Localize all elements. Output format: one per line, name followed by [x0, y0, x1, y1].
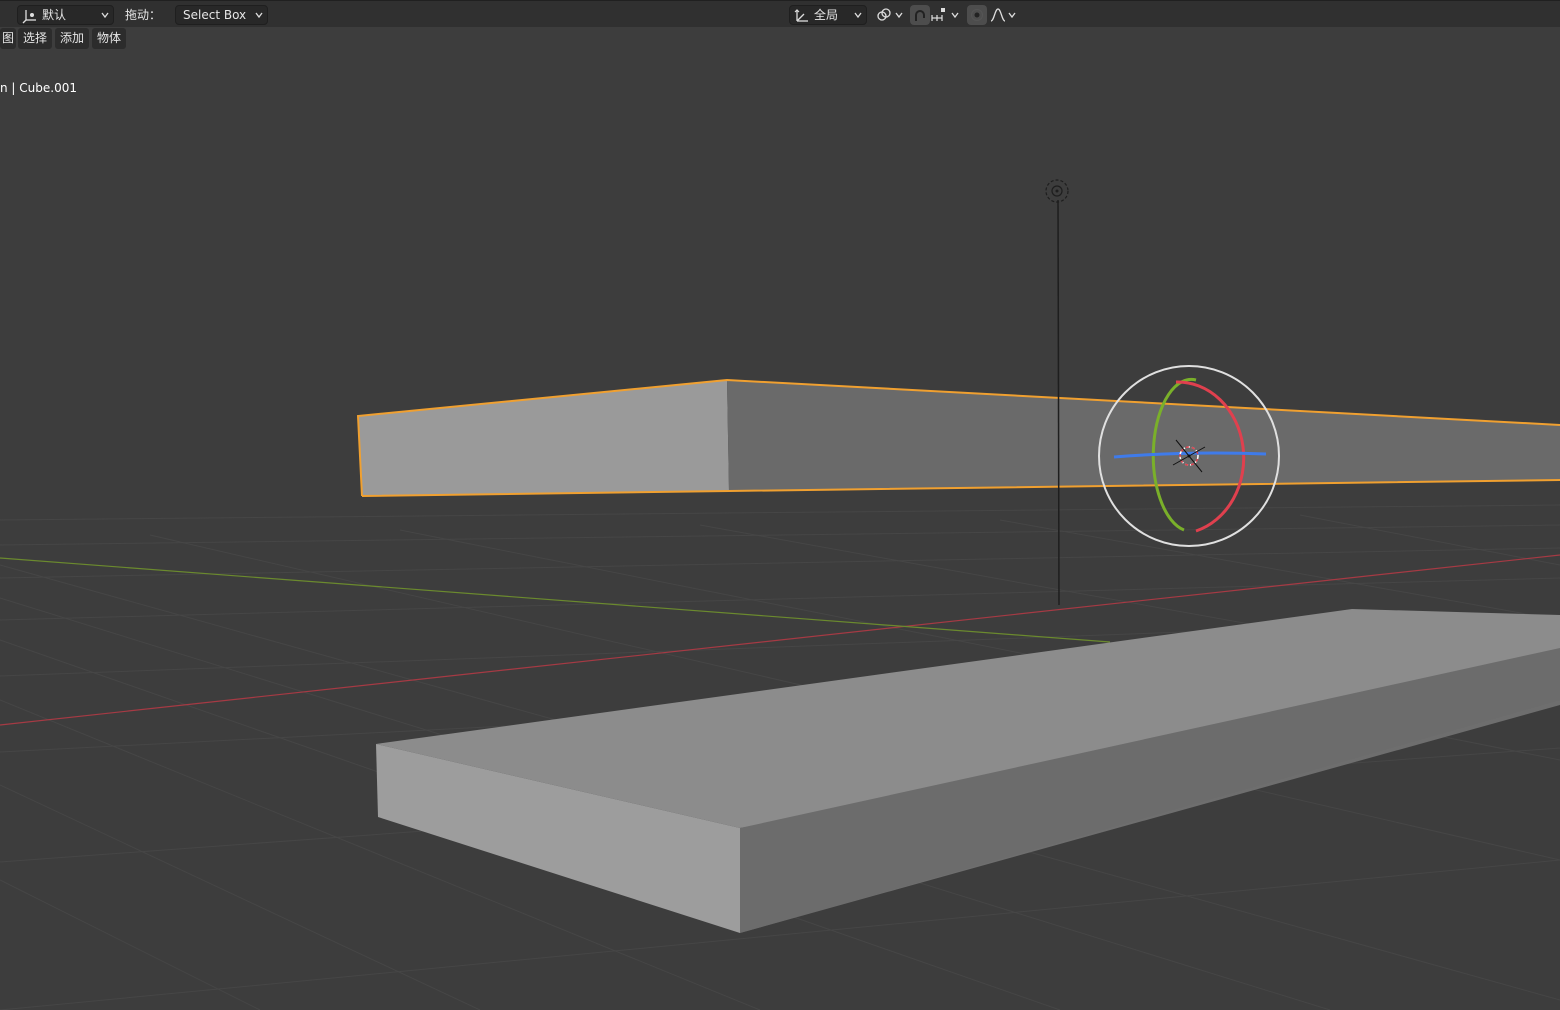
- chevron-down-icon: [101, 12, 109, 19]
- drag-label: 拖动：: [125, 8, 162, 22]
- 3d-viewport[interactable]: 默认 拖动： Select Box 全局 图 选择 添加 物体 n | Cube…: [0, 0, 1560, 1010]
- y-axis-line: [0, 557, 1111, 643]
- chevron-down-icon: [255, 12, 263, 19]
- chevron-down-icon: [951, 12, 959, 19]
- object-info-text: n | Cube.001: [0, 81, 77, 95]
- orientation-dropdown[interactable]: 全局: [789, 5, 867, 25]
- chevron-down-icon: [1008, 12, 1016, 19]
- snap-toggle-button[interactable]: [910, 5, 930, 25]
- orientation-axes-icon: [794, 9, 808, 22]
- proportional-edit-button[interactable]: [967, 5, 987, 25]
- menu-select[interactable]: 选择: [18, 28, 52, 49]
- selected-cube-object[interactable]: [356, 378, 1560, 497]
- menu-view[interactable]: 图: [0, 28, 16, 49]
- snap-magnet-icon: [915, 10, 925, 21]
- menu-add[interactable]: 添加: [55, 28, 89, 49]
- transform-orientation-icon: [22, 10, 36, 24]
- light-object-icon[interactable]: [1045, 179, 1069, 606]
- viewport-header: 默认 拖动： Select Box 全局: [0, 0, 1560, 27]
- proportional-edit-icon: [971, 9, 983, 21]
- menu-object[interactable]: 物体: [92, 28, 126, 49]
- pivot-point-button[interactable]: [874, 5, 906, 25]
- viewport-scene[interactable]: [0, 0, 1560, 1010]
- snap-target-button[interactable]: [930, 5, 962, 25]
- chevron-down-icon: [895, 12, 903, 19]
- orientation-value: 全局: [814, 8, 839, 22]
- drag-select-value: Select Box: [183, 8, 247, 22]
- falloff-curve-icon: [990, 8, 1006, 22]
- transform-pivot-dropdown[interactable]: 默认: [17, 5, 114, 25]
- snap-increment-icon: [931, 8, 945, 21]
- pivot-link-icon: [877, 8, 891, 21]
- lower-box-object[interactable]: [376, 609, 1560, 933]
- transform-pivot-value: 默认: [42, 8, 67, 22]
- chevron-down-icon: [854, 12, 862, 19]
- falloff-dropdown[interactable]: [989, 5, 1019, 25]
- drag-select-dropdown[interactable]: Select Box: [175, 5, 268, 25]
